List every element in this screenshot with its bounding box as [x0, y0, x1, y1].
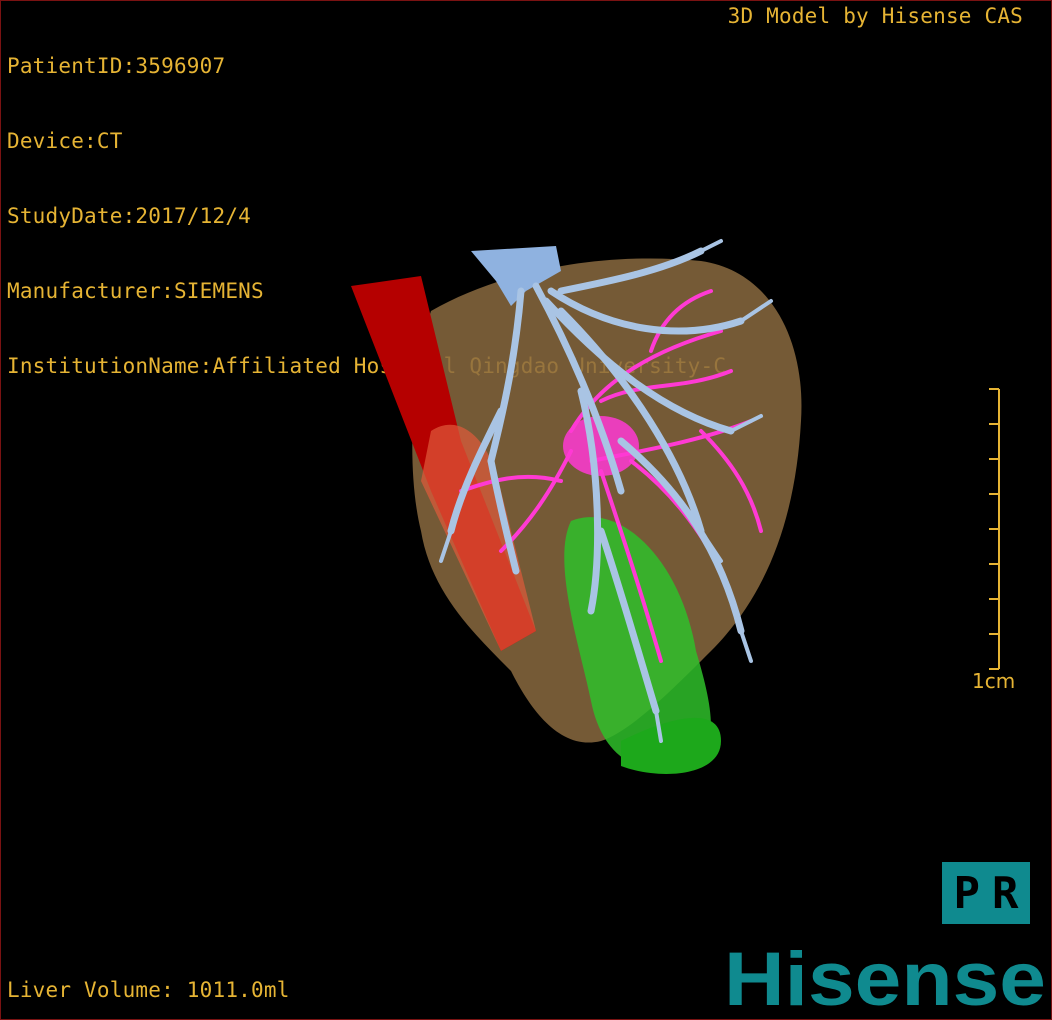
liver-volume-text: Liver Volume: 1011.0ml	[7, 978, 290, 1002]
scale-bar-ticks	[989, 388, 999, 670]
orientation-left-letter: P	[953, 867, 981, 919]
study-date-text: StudyDate:2017/12/4	[7, 204, 252, 228]
hisense-logo: Hisense	[724, 941, 1046, 1015]
patient-id-text: PatientID:3596907	[7, 54, 226, 78]
scale-bar-label: 1cm	[972, 669, 1016, 693]
orientation-right-letter: R	[992, 867, 1019, 919]
orientation-marker: P R	[942, 862, 1030, 924]
liver-3d-model[interactable]	[301, 231, 821, 791]
scale-bar	[989, 388, 1000, 670]
device-text: Device:CT	[7, 129, 123, 153]
model-credit-text: 3D Model by Hisense CAS	[727, 4, 1023, 28]
hisense-logo-text: Hisense	[724, 941, 1046, 1015]
render-viewport[interactable]: PatientID:3596907 Device:CT StudyDate:20…	[0, 0, 1052, 1020]
